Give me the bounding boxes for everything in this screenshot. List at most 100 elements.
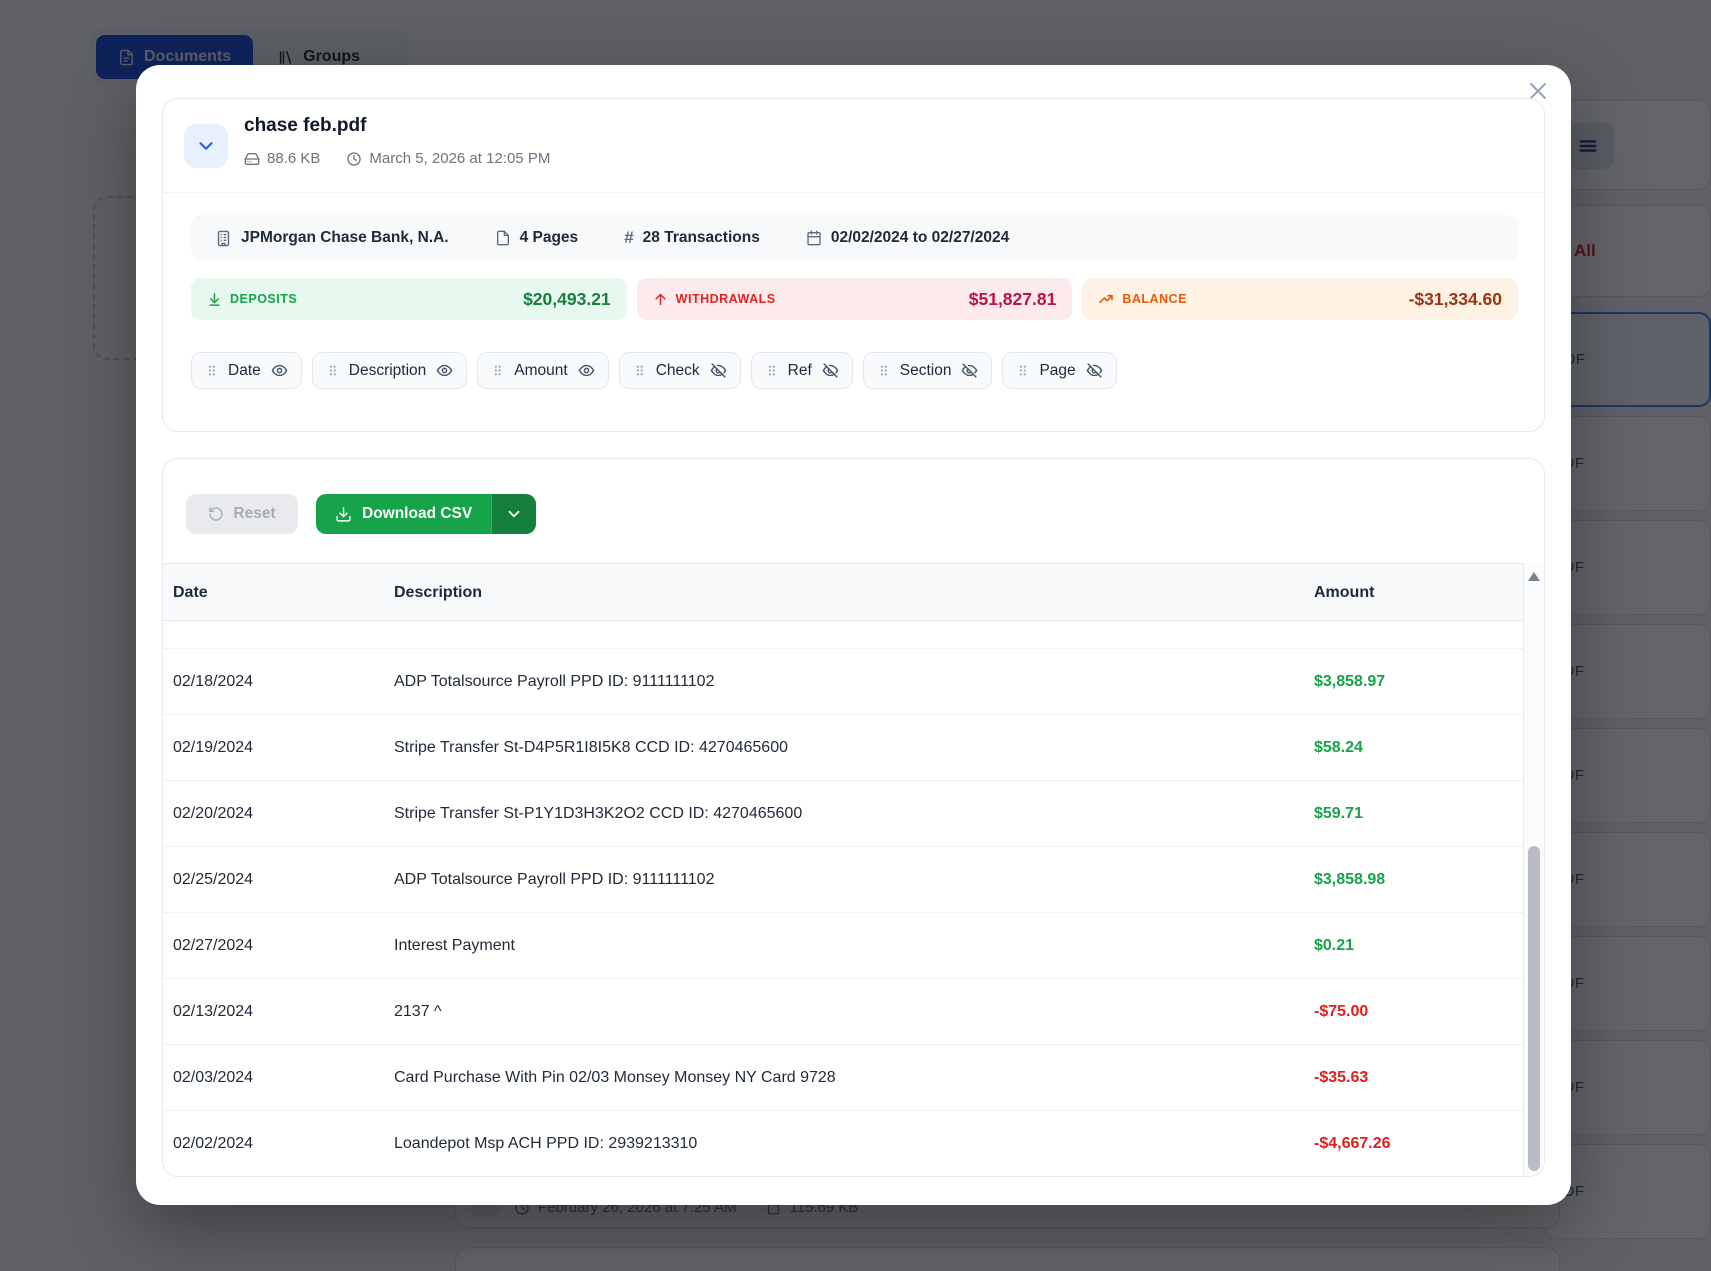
drag-handle-icon[interactable] xyxy=(491,363,504,378)
date-range-label: 02/02/2024 to 02/27/2024 xyxy=(831,229,1009,247)
download-csv-button[interactable]: Download CSV xyxy=(316,494,491,534)
page-background: Documents Groups All PDF PDF PDF xyxy=(0,0,1711,1271)
drag-handle-icon[interactable] xyxy=(205,363,218,378)
transactions-card: Reset Download CSV Date Description xyxy=(162,458,1545,1177)
column-chip-label: Amount xyxy=(514,362,567,380)
eye-off-icon[interactable] xyxy=(1086,362,1103,379)
cell-amount: $58.24 xyxy=(1314,715,1363,781)
cell-description: ADP Totalsource Payroll PPD ID: 91111111… xyxy=(394,649,714,715)
cell-amount: $0.21 xyxy=(1314,913,1354,979)
statement-info-bar: JPMorgan Chase Bank, N.A. 4 Pages # 28 T… xyxy=(191,215,1518,261)
eye-off-icon[interactable] xyxy=(822,362,839,379)
chevron-down-icon xyxy=(505,505,523,523)
drag-handle-icon[interactable] xyxy=(1016,363,1029,378)
column-chip[interactable]: Date xyxy=(191,352,302,389)
file-name: chase feb.pdf xyxy=(244,115,366,137)
table-row[interactable]: 02/03/2024 Card Purchase With Pin 02/03 … xyxy=(163,1045,1525,1111)
table-header: Date Description Amount xyxy=(163,563,1544,621)
drag-handle-icon[interactable] xyxy=(326,363,339,378)
cell-amount: -$75.00 xyxy=(1314,979,1368,1045)
bank-name: JPMorgan Chase Bank, N.A. xyxy=(215,229,449,247)
clock-icon xyxy=(346,151,362,167)
cell-amount: $3,858.98 xyxy=(1314,847,1385,913)
download-options-button[interactable] xyxy=(491,494,536,534)
cell-date: 02/13/2024 xyxy=(173,979,253,1045)
reset-button[interactable]: Reset xyxy=(186,494,298,534)
file-size: 88.6 KB xyxy=(267,150,320,167)
cell-amount: -$4,667.26 xyxy=(1314,1111,1391,1177)
cell-description: 2137 ^ xyxy=(394,979,442,1045)
page-count-label: 4 Pages xyxy=(520,229,579,247)
summary-stats: DEPOSITS $20,493.21 WITHDRAWALS $51,827.… xyxy=(191,278,1518,320)
header-date: Date xyxy=(173,564,208,622)
table-row[interactable]: 02/25/2024 ADP Totalsource Payroll PPD I… xyxy=(163,847,1525,913)
withdrawals-label: WITHDRAWALS xyxy=(676,292,776,306)
column-chip[interactable]: Amount xyxy=(477,352,608,389)
transaction-count: # 28 Transactions xyxy=(624,228,760,248)
drag-handle-icon[interactable] xyxy=(633,363,646,378)
bank-name-label: JPMorgan Chase Bank, N.A. xyxy=(241,229,449,247)
bank-icon xyxy=(215,230,232,247)
cell-date: 02/20/2024 xyxy=(173,781,253,847)
cell-date: 02/25/2024 xyxy=(173,847,253,913)
balance-value: -$31,334.60 xyxy=(1409,289,1502,310)
cell-date: 02/27/2024 xyxy=(173,913,253,979)
download-split-button: Download CSV xyxy=(316,494,536,534)
drag-handle-icon[interactable] xyxy=(765,363,778,378)
column-chip-label: Description xyxy=(349,362,427,380)
cell-amount: $3,858.97 xyxy=(1314,649,1385,715)
deposits-label: DEPOSITS xyxy=(230,292,297,306)
eye-icon[interactable] xyxy=(578,362,595,379)
hard-drive-icon xyxy=(244,151,260,167)
column-chip-label: Section xyxy=(900,362,952,380)
column-chip[interactable]: Page xyxy=(1002,352,1116,389)
column-chip[interactable]: Description xyxy=(312,352,468,389)
column-chip-label: Page xyxy=(1039,362,1075,380)
cell-description: Card Purchase With Pin 02/03 Monsey Mons… xyxy=(394,1045,836,1111)
scroll-up-arrow-icon[interactable] xyxy=(1528,572,1540,581)
deposits-value: $20,493.21 xyxy=(523,289,611,310)
header-description: Description xyxy=(394,564,482,622)
cell-description: Stripe Transfer St-D4P5R1I8I5K8 CCD ID: … xyxy=(394,715,788,781)
cell-date: 02/19/2024 xyxy=(173,715,253,781)
table-row[interactable]: 02/02/2024 Loandepot Msp ACH PPD ID: 293… xyxy=(163,1111,1525,1177)
cell-description: Stripe Transfer St-P1Y1D3H3K2O2 CCD ID: … xyxy=(394,781,802,847)
table-row[interactable]: 02/19/2024 Stripe Transfer St-D4P5R1I8I5… xyxy=(163,715,1525,781)
balance-label: BALANCE xyxy=(1122,292,1187,306)
table-row[interactable]: 02/20/2024 Stripe Transfer St-P1Y1D3H3K2… xyxy=(163,781,1525,847)
eye-icon[interactable] xyxy=(271,362,288,379)
pages-icon xyxy=(495,230,511,246)
cell-description: Interest Payment xyxy=(394,913,515,979)
table-row[interactable]: 02/18/2024 ADP Totalsource Payroll PPD I… xyxy=(163,649,1525,715)
file-summary-card: chase feb.pdf 88.6 KB March 5, 2026 at 1… xyxy=(162,98,1545,432)
eye-off-icon[interactable] xyxy=(710,362,727,379)
download-csv-label: Download CSV xyxy=(362,505,472,523)
transactions-table: 02/18/2024 ADP Totalsource Payroll PPD I… xyxy=(163,649,1544,1177)
cell-description: Loandepot Msp ACH PPD ID: 2939213310 xyxy=(394,1111,697,1177)
eye-off-icon[interactable] xyxy=(961,362,978,379)
scrollbar-thumb[interactable] xyxy=(1528,846,1540,1171)
page-count: 4 Pages xyxy=(495,229,579,247)
table-row[interactable]: 02/13/2024 2137 ^ -$75.00 xyxy=(163,979,1525,1045)
calendar-icon xyxy=(806,230,822,246)
rotate-ccw-icon xyxy=(208,506,224,522)
balance-stat: BALANCE -$31,334.60 xyxy=(1082,278,1518,320)
column-chip[interactable]: Section xyxy=(863,352,993,389)
hash-icon: # xyxy=(624,228,633,248)
withdrawals-stat: WITHDRAWALS $51,827.81 xyxy=(637,278,1073,320)
cell-amount: $59.71 xyxy=(1314,781,1363,847)
table-scrollbar[interactable] xyxy=(1523,563,1544,1177)
collapse-button[interactable] xyxy=(184,124,228,168)
deposits-stat: DEPOSITS $20,493.21 xyxy=(191,278,627,320)
file-meta: 88.6 KB March 5, 2026 at 12:05 PM xyxy=(244,150,550,167)
arrow-down-icon xyxy=(207,292,222,307)
document-detail-modal: chase feb.pdf 88.6 KB March 5, 2026 at 1… xyxy=(136,65,1571,1205)
transaction-count-label: 28 Transactions xyxy=(643,229,760,247)
withdrawals-value: $51,827.81 xyxy=(969,289,1057,310)
eye-icon[interactable] xyxy=(436,362,453,379)
cell-date: 02/03/2024 xyxy=(173,1045,253,1111)
column-chip[interactable]: Check xyxy=(619,352,741,389)
drag-handle-icon[interactable] xyxy=(877,363,890,378)
table-row[interactable]: 02/27/2024 Interest Payment $0.21 xyxy=(163,913,1525,979)
column-chip[interactable]: Ref xyxy=(751,352,853,389)
